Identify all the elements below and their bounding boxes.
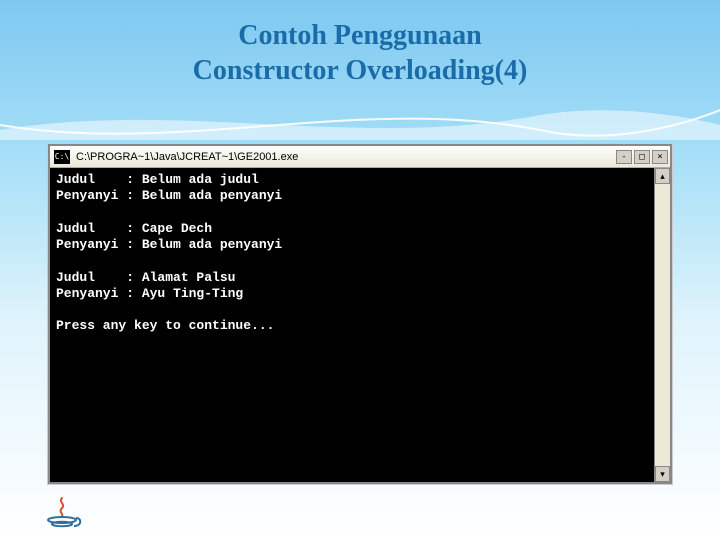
title-line-2: Constructor Overloading(4) <box>193 55 528 86</box>
scroll-down-button[interactable]: ▾ <box>655 466 670 482</box>
title-line-1: Contoh Penggunaan <box>238 20 482 51</box>
cmd-icon: C:\ <box>54 150 70 164</box>
minimize-button[interactable]: - <box>616 150 632 164</box>
console-output: Judul : Belum ada judul Penyanyi : Belum… <box>50 168 654 482</box>
close-button[interactable]: × <box>652 150 668 164</box>
console-body: Judul : Belum ada judul Penyanyi : Belum… <box>50 168 670 482</box>
console-window: C:\ C:\PROGRA~1\Java\JCREAT~1\GE2001.exe… <box>48 144 672 484</box>
window-titlebar[interactable]: C:\ C:\PROGRA~1\Java\JCREAT~1\GE2001.exe… <box>50 146 670 168</box>
background-wave <box>0 100 720 140</box>
window-controls: - □ × <box>616 150 668 164</box>
java-logo <box>40 496 84 528</box>
maximize-button[interactable]: □ <box>634 150 650 164</box>
slide-title: Contoh Penggunaan Constructor Overloadin… <box>0 0 720 98</box>
scroll-up-button[interactable]: ▴ <box>655 168 670 184</box>
scroll-track[interactable] <box>655 184 670 466</box>
vertical-scrollbar[interactable]: ▴ ▾ <box>654 168 670 482</box>
window-title-text: C:\PROGRA~1\Java\JCREAT~1\GE2001.exe <box>76 151 616 163</box>
